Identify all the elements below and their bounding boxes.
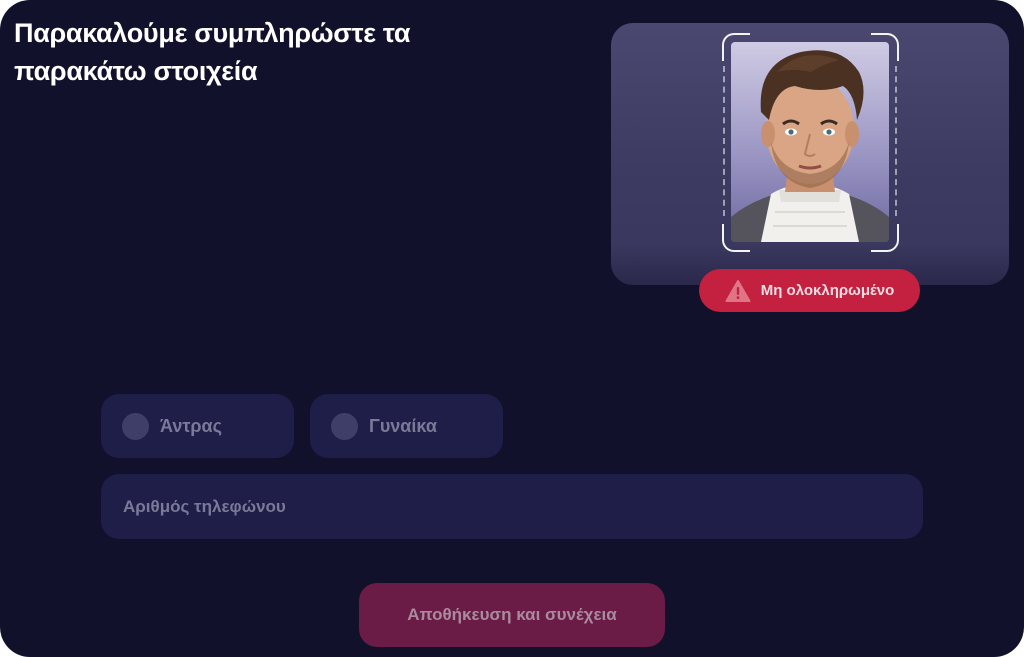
frame-corner	[871, 224, 899, 252]
radio-button[interactable]	[331, 412, 358, 440]
frame-corner	[722, 33, 750, 61]
phone-input[interactable]	[101, 474, 923, 539]
warning-icon	[725, 279, 751, 303]
status-badge: Μη ολοκληρωμένο	[699, 269, 920, 312]
page-title: Παρακαλούμε συμπληρώστε τα παρακάτω στοι…	[14, 18, 411, 86]
frame-corner	[722, 224, 750, 252]
profile-photo	[731, 42, 889, 242]
gender-option-label: Γυναίκα	[369, 415, 437, 436]
portrait-illustration	[731, 50, 889, 242]
gender-option-label: Άντρας	[160, 415, 222, 436]
gender-option-male[interactable]: Άντρας	[101, 394, 294, 458]
profile-form-screen: Παρακαλούμε συμπληρώστε τα παρακάτω στοι…	[0, 0, 1024, 657]
frame-guide	[895, 66, 897, 216]
save-continue-button[interactable]: Αποθήκευση και συνέχεια	[359, 583, 665, 647]
status-label: Μη ολοκληρωμένο	[760, 282, 895, 299]
frame-guide	[723, 66, 725, 216]
frame-corner	[871, 33, 899, 61]
radio-button[interactable]	[122, 412, 149, 440]
gender-option-female[interactable]: Γυναίκα	[310, 394, 503, 458]
